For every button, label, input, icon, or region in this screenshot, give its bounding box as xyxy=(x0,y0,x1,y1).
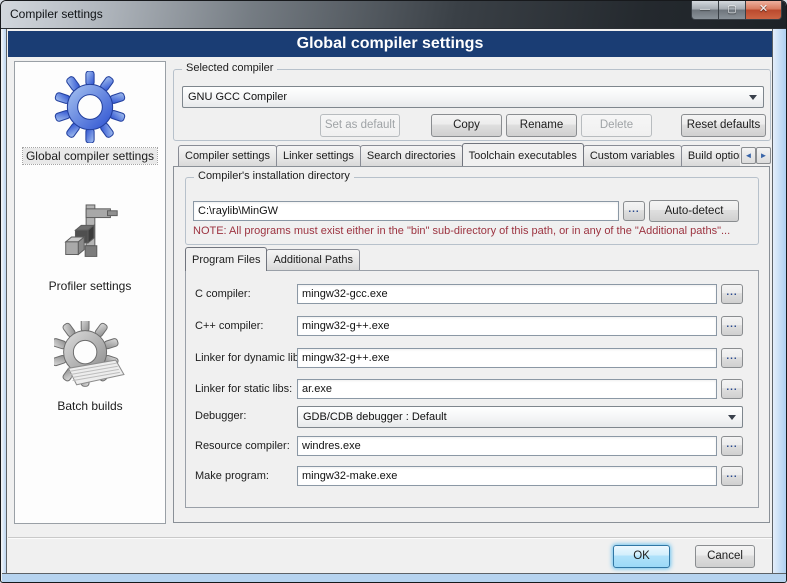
subtab-additional-paths[interactable]: Additional Paths xyxy=(266,249,360,270)
delete-button: Delete xyxy=(581,114,652,137)
c-compiler-label: C compiler: xyxy=(195,284,251,304)
linker-for-static-libs-input[interactable] xyxy=(297,379,717,399)
sidebar-item-profiler-settings[interactable]: Profiler settings xyxy=(15,198,165,294)
c-compiler-input[interactable] xyxy=(297,316,717,336)
tab-linker-settings[interactable]: Linker settings xyxy=(276,145,361,166)
scroll-left-icon: ◄ xyxy=(745,151,753,160)
c-compiler-browse-button[interactable]: ... xyxy=(721,284,743,304)
maximize-button[interactable]: ▢ xyxy=(718,1,746,20)
subtab-program-files[interactable]: Program Files xyxy=(185,247,267,271)
tab-search-directories[interactable]: Search directories xyxy=(360,145,463,166)
install-dir-browse-button[interactable]: ... xyxy=(623,201,645,221)
window-title: Compiler settings xyxy=(10,1,103,28)
dropdown-arrow-icon xyxy=(749,95,757,100)
install-dir-legend: Compiler's installation directory xyxy=(194,170,354,182)
gear-gray-stack-icon xyxy=(54,318,126,396)
window-frame-right xyxy=(772,29,787,574)
c-compiler-input[interactable] xyxy=(297,284,717,304)
page-title: Global compiler settings xyxy=(8,31,772,57)
selected-compiler-value: GNU GCC Compiler xyxy=(183,91,287,103)
caliper-icon xyxy=(56,198,124,276)
titlebar[interactable]: Compiler settings xyxy=(1,1,786,29)
linker-for-static-libs-browse-button[interactable]: ... xyxy=(721,379,743,399)
tab-scroll-left-button[interactable]: ◄ xyxy=(741,147,756,164)
resource-compiler-browse-button[interactable]: ... xyxy=(721,436,743,456)
auto-detect-button[interactable]: Auto-detect xyxy=(649,200,739,222)
linker-for-dynamic-libs-browse-button[interactable]: ... xyxy=(721,348,743,368)
minimize-button[interactable]: — xyxy=(691,1,719,20)
cancel-button[interactable]: Cancel xyxy=(695,545,755,568)
linker-for-dynamic-libs-label: Linker for dynamic libs: xyxy=(195,348,308,368)
tab-toolchain-executables[interactable]: Toolchain executables xyxy=(462,143,584,166)
maximize-icon: ▢ xyxy=(727,4,736,15)
sidebar-item-label: Global compiler settings xyxy=(23,148,157,164)
tab-build-options[interactable]: Build options xyxy=(681,145,740,166)
linker-for-static-libs-label: Linker for static libs: xyxy=(195,379,292,399)
close-icon: ✕ xyxy=(759,3,768,15)
tab-strip: Compiler settingsLinker settingsSearch d… xyxy=(178,142,740,166)
selected-compiler-group: Selected compiler GNU GCC Compiler Set a… xyxy=(173,69,771,141)
compiler-settings-window: Compiler settings — ▢ ✕ Global compiler … xyxy=(0,0,787,583)
window-frame-left xyxy=(2,29,7,574)
tab-compiler-settings[interactable]: Compiler settings xyxy=(178,145,277,166)
close-button[interactable]: ✕ xyxy=(745,1,782,20)
c-compiler-label: C++ compiler: xyxy=(195,316,263,336)
debugger-value: GDB/CDB debugger : Default xyxy=(298,411,447,423)
resource-compiler-input[interactable] xyxy=(297,436,717,456)
tab-custom-variables[interactable]: Custom variables xyxy=(583,145,682,166)
ok-button[interactable]: OK xyxy=(613,545,670,568)
sidebar-item-label: Profiler settings xyxy=(46,278,135,294)
tab-scroll-right-button[interactable]: ► xyxy=(756,147,771,164)
minimize-icon: — xyxy=(700,4,710,15)
debugger-label: Debugger: xyxy=(195,406,246,426)
window-frame-bottom xyxy=(2,573,787,583)
footer-divider xyxy=(8,537,772,539)
set-as-default-button: Set as default xyxy=(320,114,400,137)
debugger-combo[interactable]: GDB/CDB debugger : Default xyxy=(297,406,743,428)
sidebar-item-batch-builds[interactable]: Batch builds xyxy=(15,318,165,414)
note-text: NOTE: All programs must exist either in … xyxy=(193,225,730,237)
linker-for-dynamic-libs-input[interactable] xyxy=(297,348,717,368)
selected-compiler-legend: Selected compiler xyxy=(182,62,277,74)
make-program-browse-button[interactable]: ... xyxy=(721,466,743,486)
copy-button[interactable]: Copy xyxy=(431,114,502,137)
subtab-strip: Program Files Additional Paths xyxy=(185,249,360,270)
c-compiler-browse-button[interactable]: ... xyxy=(721,316,743,336)
sidebar: Global compiler settings Profiler setting… xyxy=(14,61,166,524)
make-program-input[interactable] xyxy=(297,466,717,486)
rename-button[interactable]: Rename xyxy=(506,114,577,137)
install-dir-input[interactable] xyxy=(193,201,619,221)
selected-compiler-combo[interactable]: GNU GCC Compiler xyxy=(182,86,764,108)
gear-blue-icon xyxy=(54,68,126,146)
scroll-right-icon: ► xyxy=(760,151,768,160)
sidebar-item-label: Batch builds xyxy=(54,398,125,414)
make-program-label: Make program: xyxy=(195,466,269,486)
dropdown-arrow-icon xyxy=(728,415,736,420)
sidebar-item-global-compiler-settings[interactable]: Global compiler settings xyxy=(15,68,165,164)
reset-defaults-button[interactable]: Reset defaults xyxy=(681,114,766,137)
resource-compiler-label: Resource compiler: xyxy=(195,436,290,456)
